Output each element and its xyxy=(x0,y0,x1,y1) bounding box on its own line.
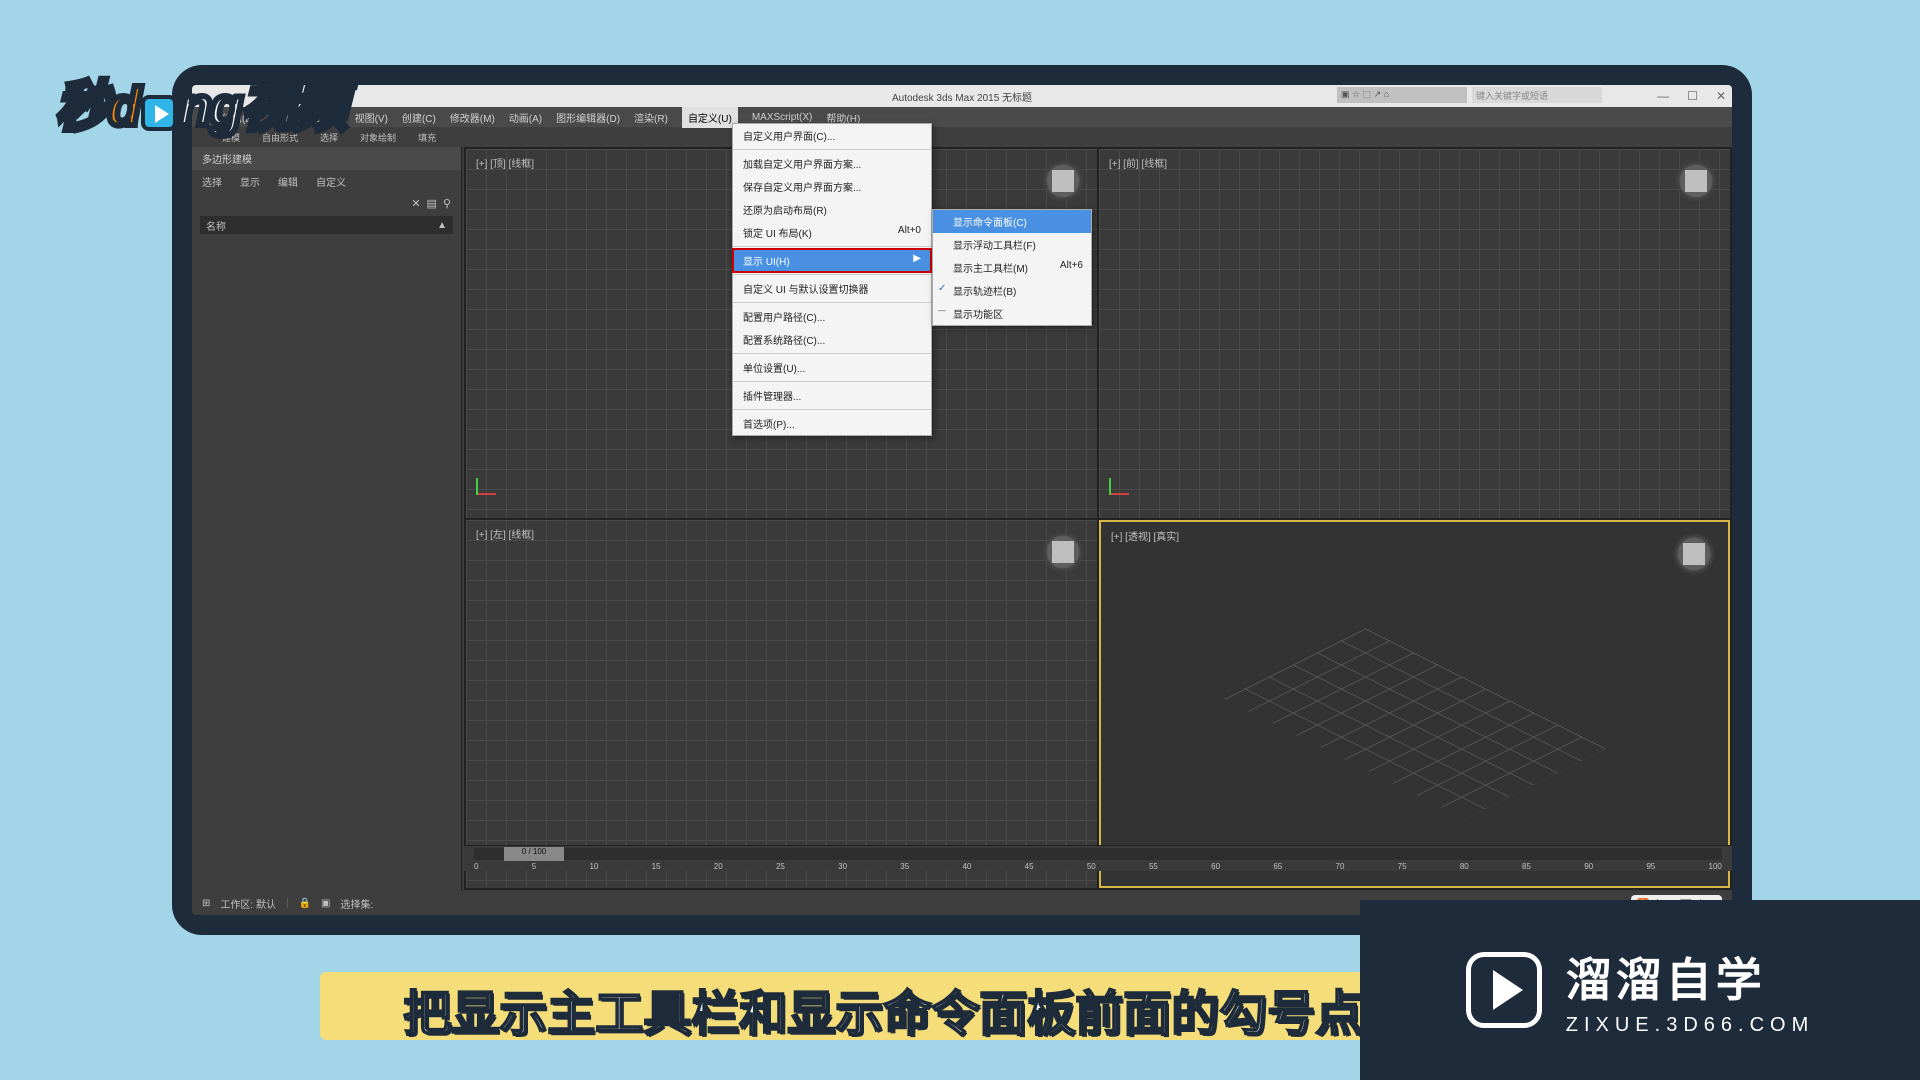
axis-gizmo-icon xyxy=(1109,478,1139,508)
pin-icon[interactable]: ⚲ xyxy=(443,197,451,210)
dropdown-item[interactable]: 配置系统路径(C)... xyxy=(733,328,931,351)
dropdown-item[interactable]: 配置用户路径(C)... xyxy=(733,305,931,328)
dropdown-item[interactable]: 还原为启动布局(R) xyxy=(733,198,931,221)
close-icon[interactable]: ✕ xyxy=(411,197,420,210)
dropdown-item[interactable]: 加载自定义用户界面方案... xyxy=(733,152,931,175)
window-maximize[interactable]: ☐ xyxy=(1687,89,1698,103)
window-close[interactable]: ✕ xyxy=(1716,89,1726,103)
viewcube-icon[interactable] xyxy=(1041,530,1085,574)
lock-icon[interactable]: 🔒 xyxy=(299,898,311,909)
time-slider-knob[interactable]: 0 / 100 xyxy=(504,847,564,861)
titlebar: Autodesk 3ds Max 2015 无标题 ▣ ☆ ⬚ ↗ ⌂ 键入关键… xyxy=(192,85,1732,107)
dropdown-item[interactable]: 显示 UI(H)▶ xyxy=(733,249,931,272)
brand-logo-top: 秒dng视频 xyxy=(56,62,345,141)
title-quick-icons[interactable]: ▣ ☆ ⬚ ↗ ⌂ xyxy=(1337,87,1467,103)
show-ui-submenu: 显示命令面板(C)显示浮动工具栏(F)显示主工具栏(M)Alt+6显示轨迹栏(B… xyxy=(932,209,1092,326)
dropdown-item[interactable]: 保存自定义用户界面方案... xyxy=(733,175,931,198)
customize-dropdown: 自定义用户界面(C)... 加载自定义用户界面方案...保存自定义用户界面方案..… xyxy=(732,123,932,436)
submenu-item[interactable]: 显示功能区 xyxy=(933,302,1091,325)
help-search-input[interactable]: 键入关键字或短语 xyxy=(1472,87,1602,103)
submenu-item[interactable]: 显示轨迹栏(B) xyxy=(933,279,1091,302)
menu-graph-editors[interactable]: 图形编辑器(D) xyxy=(556,110,620,125)
viewcube-icon[interactable] xyxy=(1672,532,1716,576)
menu-animation[interactable]: 动画(A) xyxy=(509,110,542,125)
time-slider[interactable]: 0 / 100 05101520253035404550556065707580… xyxy=(464,845,1732,871)
ribbon-tabs: 建模 自由形式 选择 对象绘制 填充 xyxy=(192,127,1732,147)
window-minimize[interactable]: — xyxy=(1657,89,1669,103)
panel-tab-customize[interactable]: 自定义 xyxy=(316,174,346,189)
ribbon-object-paint[interactable]: 对象绘制 xyxy=(360,131,396,144)
ribbon-populate[interactable]: 填充 xyxy=(418,131,436,144)
dropdown-item[interactable]: 插件管理器... xyxy=(733,384,931,407)
panel-tab-select[interactable]: 选择 xyxy=(202,174,222,189)
dropdown-item[interactable]: 自定义 UI 与默认设置切换器 xyxy=(733,277,931,300)
viewcube-icon[interactable] xyxy=(1041,159,1085,203)
menu-customize[interactable]: 自定义(U) xyxy=(682,107,738,128)
viewcube-icon[interactable] xyxy=(1674,159,1718,203)
selection-set-label: 选择集: xyxy=(340,896,373,911)
dropdown-item[interactable]: 自定义用户界面(C)... xyxy=(733,124,931,147)
workspace-label[interactable]: 工作区: 默认 xyxy=(220,896,276,911)
panel-tab-edit[interactable]: 编辑 xyxy=(278,174,298,189)
app-window: Autodesk 3ds Max 2015 无标题 ▣ ☆ ⬚ ↗ ⌂ 键入关键… xyxy=(192,85,1732,915)
submenu-item[interactable]: 显示浮动工具栏(F) xyxy=(933,233,1091,256)
window-title: Autodesk 3ds Max 2015 无标题 xyxy=(892,89,1032,104)
isolate-icon[interactable]: ▣ xyxy=(321,898,330,909)
timeline-ruler: 0510152025303540455055606570758085909510… xyxy=(474,862,1722,872)
dropdown-item[interactable]: 首选项(P)... xyxy=(733,412,931,435)
filter-icon[interactable]: ▤ xyxy=(427,197,437,210)
device-frame: Autodesk 3ds Max 2015 无标题 ▣ ☆ ⬚ ↗ ⌂ 键入关键… xyxy=(172,65,1752,935)
viewport-grid: [+] [顶] [线框] [+] [前] [线框] [+] [左] [线框] [… xyxy=(464,147,1732,890)
axis-gizmo-icon xyxy=(476,478,506,508)
viewport-perspective[interactable]: [+] [透视] [真实] xyxy=(1099,520,1730,889)
pan-icon[interactable]: ⊞ xyxy=(202,898,210,909)
scene-list-header[interactable]: 名称 ▲ xyxy=(200,216,453,234)
sort-icon[interactable]: ▲ xyxy=(437,220,447,231)
dropdown-item[interactable]: 单位设置(U)... xyxy=(733,356,931,379)
menu-views[interactable]: 视图(V) xyxy=(355,110,388,125)
menu-modifiers[interactable]: 修改器(M) xyxy=(450,110,495,125)
scene-explorer: 多边形建模 选择 显示 编辑 自定义 ✕ ▤ ⚲ 名称 ▲ xyxy=(192,147,462,892)
menu-create[interactable]: 创建(C) xyxy=(402,110,436,125)
perspective-grid xyxy=(1224,628,1606,819)
submenu-item[interactable]: 显示主工具栏(M)Alt+6 xyxy=(933,256,1091,279)
submenu-item[interactable]: 显示命令面板(C) xyxy=(933,210,1091,233)
subtitle-text: 把显示主工具栏和显示命令面板前面的勾号点 xyxy=(403,974,1363,1044)
scene-explorer-title: 多边形建模 xyxy=(192,147,461,170)
play-icon xyxy=(1466,952,1542,1028)
menu-maxscript[interactable]: MAXScript(X) xyxy=(752,112,813,123)
menu-rendering[interactable]: 渲染(R) xyxy=(634,110,668,125)
viewport-front[interactable]: [+] [前] [线框] xyxy=(1099,149,1730,518)
viewport-left[interactable]: [+] [左] [线框] xyxy=(466,520,1097,889)
brand-watermark: 溜溜自学 ZIXUE.3D66.COM xyxy=(1360,900,1920,1080)
dropdown-item[interactable]: 锁定 UI 布局(K)Alt+0 xyxy=(733,221,931,244)
menubar: 编辑(E) 工具(T) 组(G) 视图(V) 创建(C) 修改器(M) 动画(A… xyxy=(192,107,1732,127)
panel-tab-display[interactable]: 显示 xyxy=(240,174,260,189)
